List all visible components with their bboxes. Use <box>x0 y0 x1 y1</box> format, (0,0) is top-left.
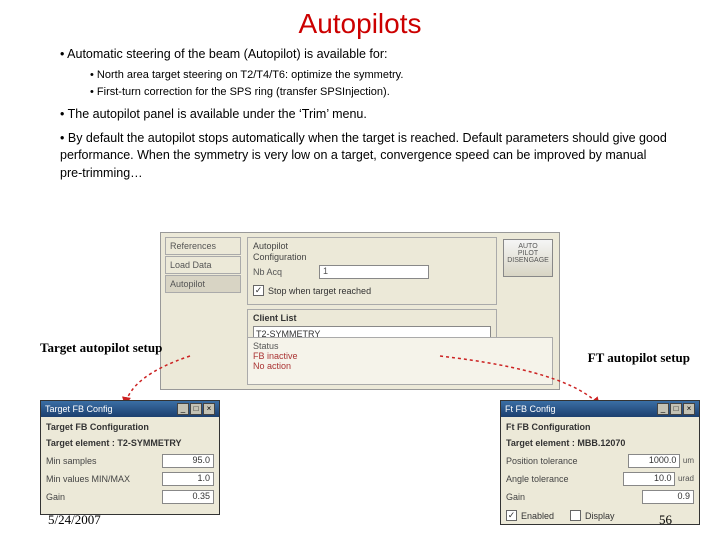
screenshot-area: References Load Data Autopilot Autopilot… <box>0 232 720 412</box>
config-label: Configuration <box>253 252 491 262</box>
nbacq-field: Nb Acq 1 <box>253 265 491 279</box>
tab-load-data[interactable]: Load Data <box>165 256 241 274</box>
status-group: Status FB inactive No action <box>247 337 553 385</box>
min-samples-input[interactable]: 95.0 <box>162 454 214 468</box>
bullet-1: Automatic steering of the beam (Autopilo… <box>60 46 670 64</box>
bullet-3: By default the autopilot stops automatic… <box>60 130 670 183</box>
autopilot-config-group: Autopilot Configuration Nb Acq 1 ✓ Stop … <box>247 237 497 305</box>
display-label: Display <box>585 511 615 521</box>
gain-right-label: Gain <box>506 492 525 502</box>
tab-references[interactable]: References <box>165 237 241 255</box>
ap-button-label: AUTO PILOT DISENGAGE <box>504 243 552 264</box>
titlebar-left: Target FB Config _ □ × <box>41 401 219 417</box>
element-left: Target element : T2-SYMMETRY <box>46 438 214 448</box>
element-right: Target element : MBB.12070 <box>506 438 694 448</box>
row-pos-tol: Position tolerance 1000.0 um <box>506 454 694 468</box>
bullet-2: The autopilot panel is available under t… <box>60 106 670 124</box>
pos-tol-input[interactable]: 1000.0 <box>628 454 680 468</box>
minimize-button[interactable]: _ <box>657 403 669 415</box>
row-min-samples: Min samples 95.0 <box>46 454 214 468</box>
display-checkbox[interactable]: Display <box>570 510 615 521</box>
nbacq-input[interactable]: 1 <box>319 265 429 279</box>
row-angle-tol: Angle tolerance 10.0 urad <box>506 472 694 486</box>
row-gain-right: Gain 0.9 <box>506 490 694 504</box>
bullet-1b: First-turn correction for the SPS ring (… <box>90 85 670 100</box>
pos-tol-label: Position tolerance <box>506 456 578 466</box>
heading-right: Ft FB Configuration <box>506 422 694 432</box>
window-title-left: Target FB Config <box>45 404 113 414</box>
gain-left-input[interactable]: 0.35 <box>162 490 214 504</box>
annotation-right: FT autopilot setup <box>588 350 690 366</box>
window-body-right: Ft FB Configuration Target element : MBB… <box>501 417 699 526</box>
row-gain-left: Gain 0.35 <box>46 490 214 504</box>
min-values-input[interactable]: 1.0 <box>162 472 214 486</box>
ft-fb-window: Ft FB Config _ □ × Ft FB Configuration T… <box>500 400 700 525</box>
annotation-left: Target autopilot setup <box>40 340 162 356</box>
close-button[interactable]: × <box>683 403 695 415</box>
close-button[interactable]: × <box>203 403 215 415</box>
enabled-label: Enabled <box>521 511 554 521</box>
window-body-left: Target FB Configuration Target element :… <box>41 417 219 513</box>
stop-label: Stop when target reached <box>268 286 371 296</box>
angle-tol-input[interactable]: 10.0 <box>623 472 675 486</box>
checkbox-icon: ✓ <box>253 285 264 296</box>
min-samples-label: Min samples <box>46 456 97 466</box>
autopilot-disengage-button[interactable]: AUTO PILOT DISENGAGE <box>503 239 553 277</box>
min-values-label: Min values MIN/MAX <box>46 474 130 484</box>
maximize-button[interactable]: □ <box>670 403 682 415</box>
pos-tol-unit: um <box>683 456 694 465</box>
maximize-button[interactable]: □ <box>190 403 202 415</box>
side-tabs: References Load Data Autopilot <box>165 237 241 294</box>
gain-right-input[interactable]: 0.9 <box>642 490 694 504</box>
status-label: Status <box>253 341 547 351</box>
bullet-1a: North area target steering on T2/T4/T6: … <box>90 68 670 83</box>
row-min-values: Min values MIN/MAX 1.0 <box>46 472 214 486</box>
checkbox-icon <box>570 510 581 521</box>
minimize-button[interactable]: _ <box>177 403 189 415</box>
window-buttons-right: _ □ × <box>657 403 695 415</box>
angle-tol-label: Angle tolerance <box>506 474 569 484</box>
heading-left: Target FB Configuration <box>46 422 214 432</box>
status-line2: No action <box>253 361 547 371</box>
titlebar-right: Ft FB Config _ □ × <box>501 401 699 417</box>
autopilot-panel: References Load Data Autopilot Autopilot… <box>160 232 560 390</box>
window-title-right: Ft FB Config <box>505 404 556 414</box>
status-line1: FB inactive <box>253 351 547 361</box>
page-title: Autopilots <box>0 0 720 46</box>
tab-autopilot[interactable]: Autopilot <box>165 275 241 293</box>
stop-checkbox[interactable]: ✓ Stop when target reached <box>253 285 491 296</box>
target-fb-window: Target FB Config _ □ × Target FB Configu… <box>40 400 220 515</box>
footer-date: 5/24/2007 <box>48 512 101 528</box>
checkbox-icon: ✓ <box>506 510 517 521</box>
autopilot-group-label: Autopilot <box>253 241 491 251</box>
body-text: Automatic steering of the beam (Autopilo… <box>0 46 720 182</box>
enabled-checkbox[interactable]: ✓ Enabled <box>506 510 554 521</box>
footer-page: 56 <box>659 512 672 528</box>
client-label: Client List <box>253 313 491 323</box>
window-buttons-left: _ □ × <box>177 403 215 415</box>
gain-left-label: Gain <box>46 492 65 502</box>
nbacq-label: Nb Acq <box>253 267 313 277</box>
angle-tol-unit: urad <box>678 474 694 483</box>
